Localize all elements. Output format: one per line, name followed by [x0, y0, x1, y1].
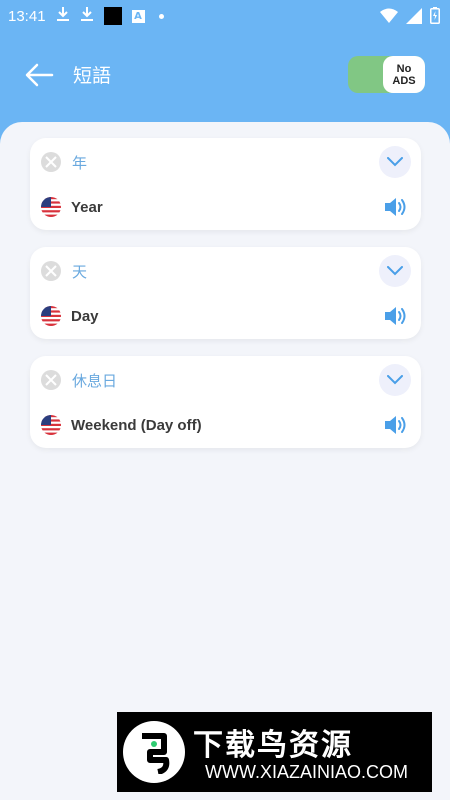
- english-phrase: Year: [71, 198, 103, 216]
- speaker-icon[interactable]: [383, 304, 409, 328]
- status-right: [380, 7, 440, 28]
- native-row: 休息日: [30, 360, 421, 400]
- close-icon[interactable]: [41, 370, 61, 390]
- status-left: 13:41 A: [8, 6, 164, 26]
- native-phrase: 休息日: [72, 371, 118, 390]
- chevron-down-icon: [387, 157, 403, 167]
- english-row: Weekend (Day off): [30, 405, 421, 445]
- close-icon[interactable]: [41, 261, 61, 281]
- watermark-title: 下载鸟资源: [193, 728, 353, 763]
- speaker-icon[interactable]: [383, 413, 409, 437]
- expand-button[interactable]: [379, 146, 411, 178]
- wifi-icon: [380, 8, 398, 28]
- phrase-card: 休息日 Weekend (Day off): [30, 356, 421, 448]
- more-notifications-dot: [158, 13, 164, 19]
- no-ads-knob: No ADS: [383, 56, 425, 93]
- chevron-down-icon: [387, 375, 403, 385]
- download-icon: [56, 6, 70, 26]
- native-row: 天: [30, 251, 421, 291]
- speaker-icon[interactable]: [383, 195, 409, 219]
- native-phrase: 年: [72, 153, 88, 172]
- phrase-list-panel: 年 Year 天 Day 休息日 Weekend (Day off): [0, 122, 450, 800]
- english-row: Year: [30, 187, 421, 227]
- bird-logo-icon: [123, 721, 185, 783]
- english-phrase: Day: [71, 307, 99, 325]
- english-phrase: Weekend (Day off): [71, 416, 202, 434]
- download-icon: [80, 6, 94, 26]
- a-icon: A: [131, 9, 145, 23]
- close-icon[interactable]: [41, 152, 61, 172]
- phrase-card: 年 Year: [30, 138, 421, 230]
- no-ads-label-line2: ADS: [392, 74, 416, 87]
- arrow-left-icon: [25, 63, 54, 87]
- back-button[interactable]: [24, 62, 54, 88]
- no-ads-toggle[interactable]: No ADS: [348, 56, 425, 93]
- chevron-down-icon: [387, 266, 403, 276]
- no-ads-label-line1: No: [396, 62, 412, 75]
- page-title: 短語: [73, 65, 112, 87]
- phrase-card: 天 Day: [30, 247, 421, 339]
- native-row: 年: [30, 142, 421, 182]
- us-flag-icon: [41, 197, 61, 217]
- status-bar: 13:41 A: [0, 0, 450, 32]
- watermark-banner: 下载鸟资源 WWW.XIAZAINIAO.COM: [117, 712, 432, 792]
- watermark-url: WWW.XIAZAINIAO.COM: [205, 762, 408, 782]
- us-flag-icon: [41, 415, 61, 435]
- battery-icon: [430, 7, 440, 28]
- status-time: 13:41: [8, 7, 46, 25]
- expand-button[interactable]: [379, 364, 411, 396]
- english-row: Day: [30, 296, 421, 336]
- expand-button[interactable]: [379, 255, 411, 287]
- notification-icon: [103, 7, 122, 25]
- signal-icon: [406, 7, 422, 28]
- native-phrase: 天: [72, 262, 88, 281]
- us-flag-icon: [41, 306, 61, 326]
